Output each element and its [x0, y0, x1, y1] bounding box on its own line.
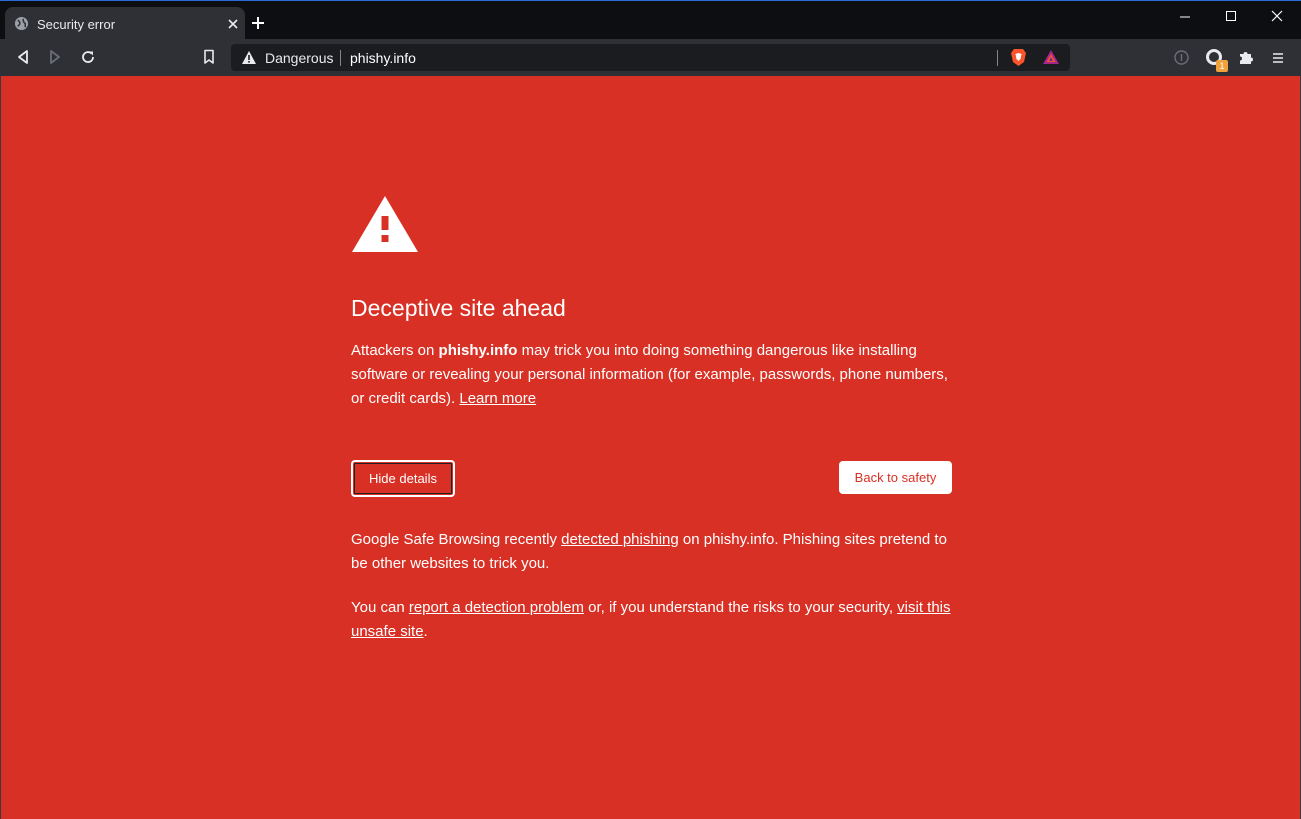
omnibox-divider — [340, 50, 341, 66]
tab-title: Security error — [37, 17, 116, 32]
wallet-icon[interactable] — [1174, 50, 1189, 70]
brave-rewards-icon[interactable] — [1042, 49, 1060, 70]
brave-shields-icon[interactable] — [1010, 48, 1027, 72]
globe-icon — [14, 16, 29, 36]
address-bar[interactable]: Dangerous phishy.info — [231, 44, 1070, 71]
interstitial-page: Deceptive site ahead Attackers on phishy… — [0, 76, 1301, 819]
url-text[interactable]: phishy.info — [350, 50, 416, 66]
report-suffix: . — [423, 623, 428, 640]
page-title: Deceptive site ahead — [351, 295, 566, 321]
reload-icon[interactable] — [80, 49, 96, 70]
report-message: You can report a detection problem or, i… — [351, 596, 953, 644]
omnibox-action-divider — [997, 50, 998, 66]
detected-phishing-link[interactable]: detected phishing — [561, 531, 679, 548]
learn-more-link[interactable]: Learn more — [459, 390, 536, 407]
toolbar: Dangerous phishy.info 1 — [0, 39, 1301, 76]
main-message-prefix: Attackers on — [351, 342, 439, 359]
close-window-icon[interactable] — [1271, 9, 1283, 27]
report-middle: or, if you understand the risks to your … — [583, 599, 898, 616]
title-bar: Security error — [0, 0, 1301, 40]
tab-close-icon[interactable] — [227, 17, 239, 35]
hamburger-menu-icon[interactable] — [1272, 51, 1284, 69]
rewards-badge: 1 — [1216, 60, 1228, 72]
report-prefix: You can — [351, 599, 409, 616]
hide-details-button[interactable]: Hide details — [351, 460, 455, 497]
tab-security-error[interactable]: Security error — [5, 7, 245, 40]
back-arrow-icon[interactable] — [16, 49, 30, 70]
forward-arrow-icon[interactable] — [48, 49, 62, 70]
report-detection-problem-link[interactable]: report a detection problem — [409, 599, 584, 616]
warning-triangle-icon — [242, 51, 256, 64]
details-prefix: Google Safe Browsing recently — [351, 531, 562, 548]
new-tab-plus-icon[interactable] — [251, 16, 265, 35]
maximize-icon[interactable] — [1225, 9, 1237, 27]
minimize-icon[interactable] — [1179, 9, 1191, 27]
bookmark-icon[interactable] — [203, 49, 215, 70]
site-name: phishy.info — [438, 342, 518, 359]
security-label: Dangerous — [265, 50, 334, 66]
details-message: Google Safe Browsing recently detected p… — [351, 528, 953, 576]
puzzle-icon[interactable] — [1238, 49, 1254, 70]
back-to-safety-button[interactable]: Back to safety — [839, 461, 952, 494]
main-message: Attackers on phishy.info may trick you i… — [351, 339, 953, 411]
warning-triangle-icon — [351, 195, 419, 258]
